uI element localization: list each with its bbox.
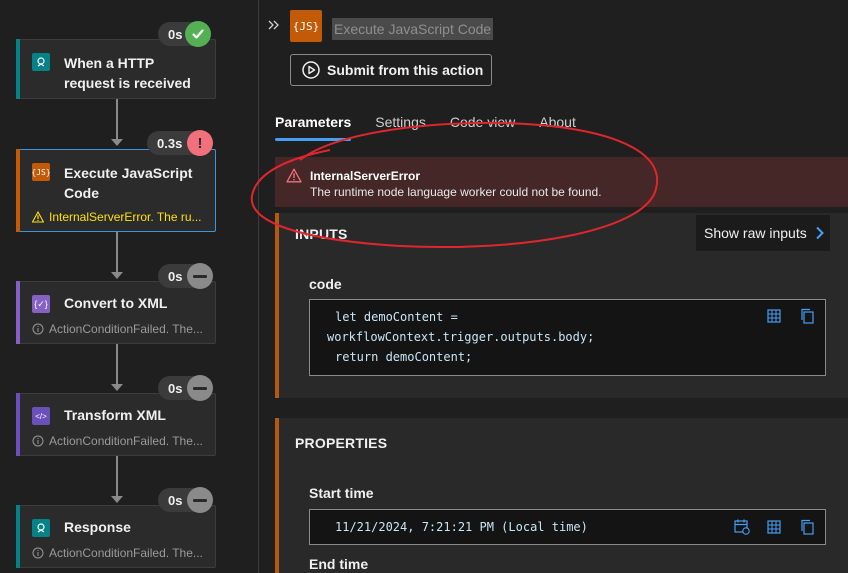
- submit-label: Submit from this action: [327, 62, 484, 78]
- error-icon: !: [187, 130, 213, 156]
- duration-pill: 0s: [158, 487, 213, 513]
- tab-code-view[interactable]: Code view: [450, 112, 515, 142]
- start-time-value: 11/21/2024, 7:21:21 PM (Local time): [335, 520, 588, 534]
- node-accent-bar: [16, 281, 20, 344]
- node-transform-xml[interactable]: </> Transform XML ActionConditionFailed.…: [16, 393, 216, 456]
- calendar-icon[interactable]: [734, 519, 750, 535]
- code-line: return demoContent;: [335, 350, 473, 364]
- submit-from-action-button[interactable]: Submit from this action: [290, 54, 492, 86]
- skipped-icon: [187, 487, 213, 513]
- error-message: The runtime node language worker could n…: [310, 185, 602, 199]
- node-status-text: ActionConditionFailed. The...: [49, 322, 203, 336]
- connector-arrow: [111, 272, 123, 279]
- node-title: Execute JavaScript Code: [64, 165, 193, 201]
- node-title: Convert to XML: [64, 295, 168, 311]
- end-time-label: End time: [309, 556, 369, 572]
- connector: [116, 344, 118, 384]
- workflow-canvas: When a HTTP request is received 0s {JS} …: [0, 0, 258, 573]
- skipped-icon: [187, 263, 213, 289]
- code-block[interactable]: let demoContent = workflowContext.trigge…: [309, 299, 826, 376]
- error-title: InternalServerError: [310, 169, 421, 183]
- play-circle-icon: [302, 61, 320, 79]
- tab-settings[interactable]: Settings: [375, 112, 426, 142]
- properties-section: PROPERTIES Start time 11/21/2024, 7:21:2…: [275, 418, 848, 573]
- transform-xml-icon: </>: [32, 407, 50, 425]
- node-title: Response: [64, 519, 131, 535]
- duration-label: 0.3s: [157, 135, 183, 151]
- details-panel: {JS} Execute JavaScript Code Submit from…: [259, 0, 848, 573]
- node-status: ActionConditionFailed. The...: [32, 546, 205, 560]
- error-banner: InternalServerError The runtime node lan…: [275, 157, 848, 207]
- node-status-text: ActionConditionFailed. The...: [49, 434, 203, 448]
- node-accent-bar: [16, 505, 20, 568]
- skipped-icon: [187, 375, 213, 401]
- code-line: let demoContent =: [335, 310, 458, 324]
- javascript-icon: {JS}: [31, 163, 51, 181]
- node-accent-bar: [16, 39, 20, 99]
- show-raw-inputs-label: Show raw inputs: [704, 225, 807, 241]
- duration-pill: 0s: [158, 21, 211, 47]
- node-title: Transform XML: [64, 407, 166, 423]
- connector-arrow: [111, 384, 123, 391]
- duration-label: 0s: [168, 268, 183, 284]
- info-icon: [32, 435, 44, 447]
- connector: [116, 99, 118, 139]
- copy-icon[interactable]: [799, 308, 815, 324]
- inputs-header: INPUTS: [295, 226, 348, 242]
- duration-label: 0s: [168, 26, 183, 42]
- info-icon: [32, 323, 44, 335]
- connector: [116, 456, 118, 496]
- code-line: workflowContext.trigger.outputs.body;: [327, 330, 595, 344]
- panel-title[interactable]: Execute JavaScript Code: [332, 18, 494, 40]
- node-accent-bar: [16, 149, 20, 232]
- response-icon: [32, 519, 50, 537]
- start-time-field[interactable]: 11/21/2024, 7:21:21 PM (Local time): [309, 509, 826, 545]
- node-status-text: InternalServerError. The ru...: [49, 210, 202, 224]
- collapse-panel-icon[interactable]: [267, 16, 283, 36]
- connector-arrow: [111, 139, 123, 146]
- chevron-right-icon: [816, 226, 824, 240]
- node-convert-to-xml[interactable]: {✓} Convert to XML ActionConditionFailed…: [16, 281, 216, 344]
- duration-pill: 0s: [158, 263, 213, 289]
- node-http-trigger[interactable]: When a HTTP request is received: [16, 39, 216, 99]
- duration-pill: 0s: [158, 375, 213, 401]
- convert-xml-icon: {✓}: [32, 295, 50, 313]
- format-icon[interactable]: [766, 519, 782, 535]
- http-trigger-icon: [32, 53, 50, 71]
- node-status: ActionConditionFailed. The...: [32, 322, 205, 336]
- node-execute-javascript[interactable]: {JS} Execute JavaScript Code InternalSer…: [16, 149, 216, 232]
- node-status: ActionConditionFailed. The...: [32, 434, 205, 448]
- format-icon[interactable]: [766, 308, 782, 324]
- start-time-label: Start time: [309, 485, 374, 501]
- node-status: InternalServerError. The ru...: [32, 210, 205, 224]
- info-icon: [32, 547, 44, 559]
- duration-label: 0s: [168, 380, 183, 396]
- tab-parameters[interactable]: Parameters: [275, 112, 352, 142]
- node-status-text: ActionConditionFailed. The...: [49, 546, 203, 560]
- success-check-icon: [185, 21, 211, 47]
- code-label: code: [309, 276, 342, 292]
- panel-tabs: Parameters Settings Code view About: [275, 112, 576, 142]
- connector-arrow: [111, 496, 123, 503]
- connector: [116, 232, 118, 272]
- warning-icon: [286, 168, 302, 183]
- show-raw-inputs-button[interactable]: Show raw inputs: [696, 215, 830, 251]
- duration-label: 0s: [168, 492, 183, 508]
- node-response[interactable]: Response ActionConditionFailed. The...: [16, 505, 216, 568]
- warning-icon: [32, 211, 44, 223]
- copy-icon[interactable]: [799, 519, 815, 535]
- node-accent-bar: [16, 393, 20, 456]
- properties-header: PROPERTIES: [295, 435, 388, 451]
- javascript-icon: {JS}: [290, 10, 322, 42]
- tab-about[interactable]: About: [539, 112, 576, 142]
- duration-pill: 0.3s !: [147, 130, 213, 156]
- node-title: When a HTTP request is received: [64, 55, 191, 91]
